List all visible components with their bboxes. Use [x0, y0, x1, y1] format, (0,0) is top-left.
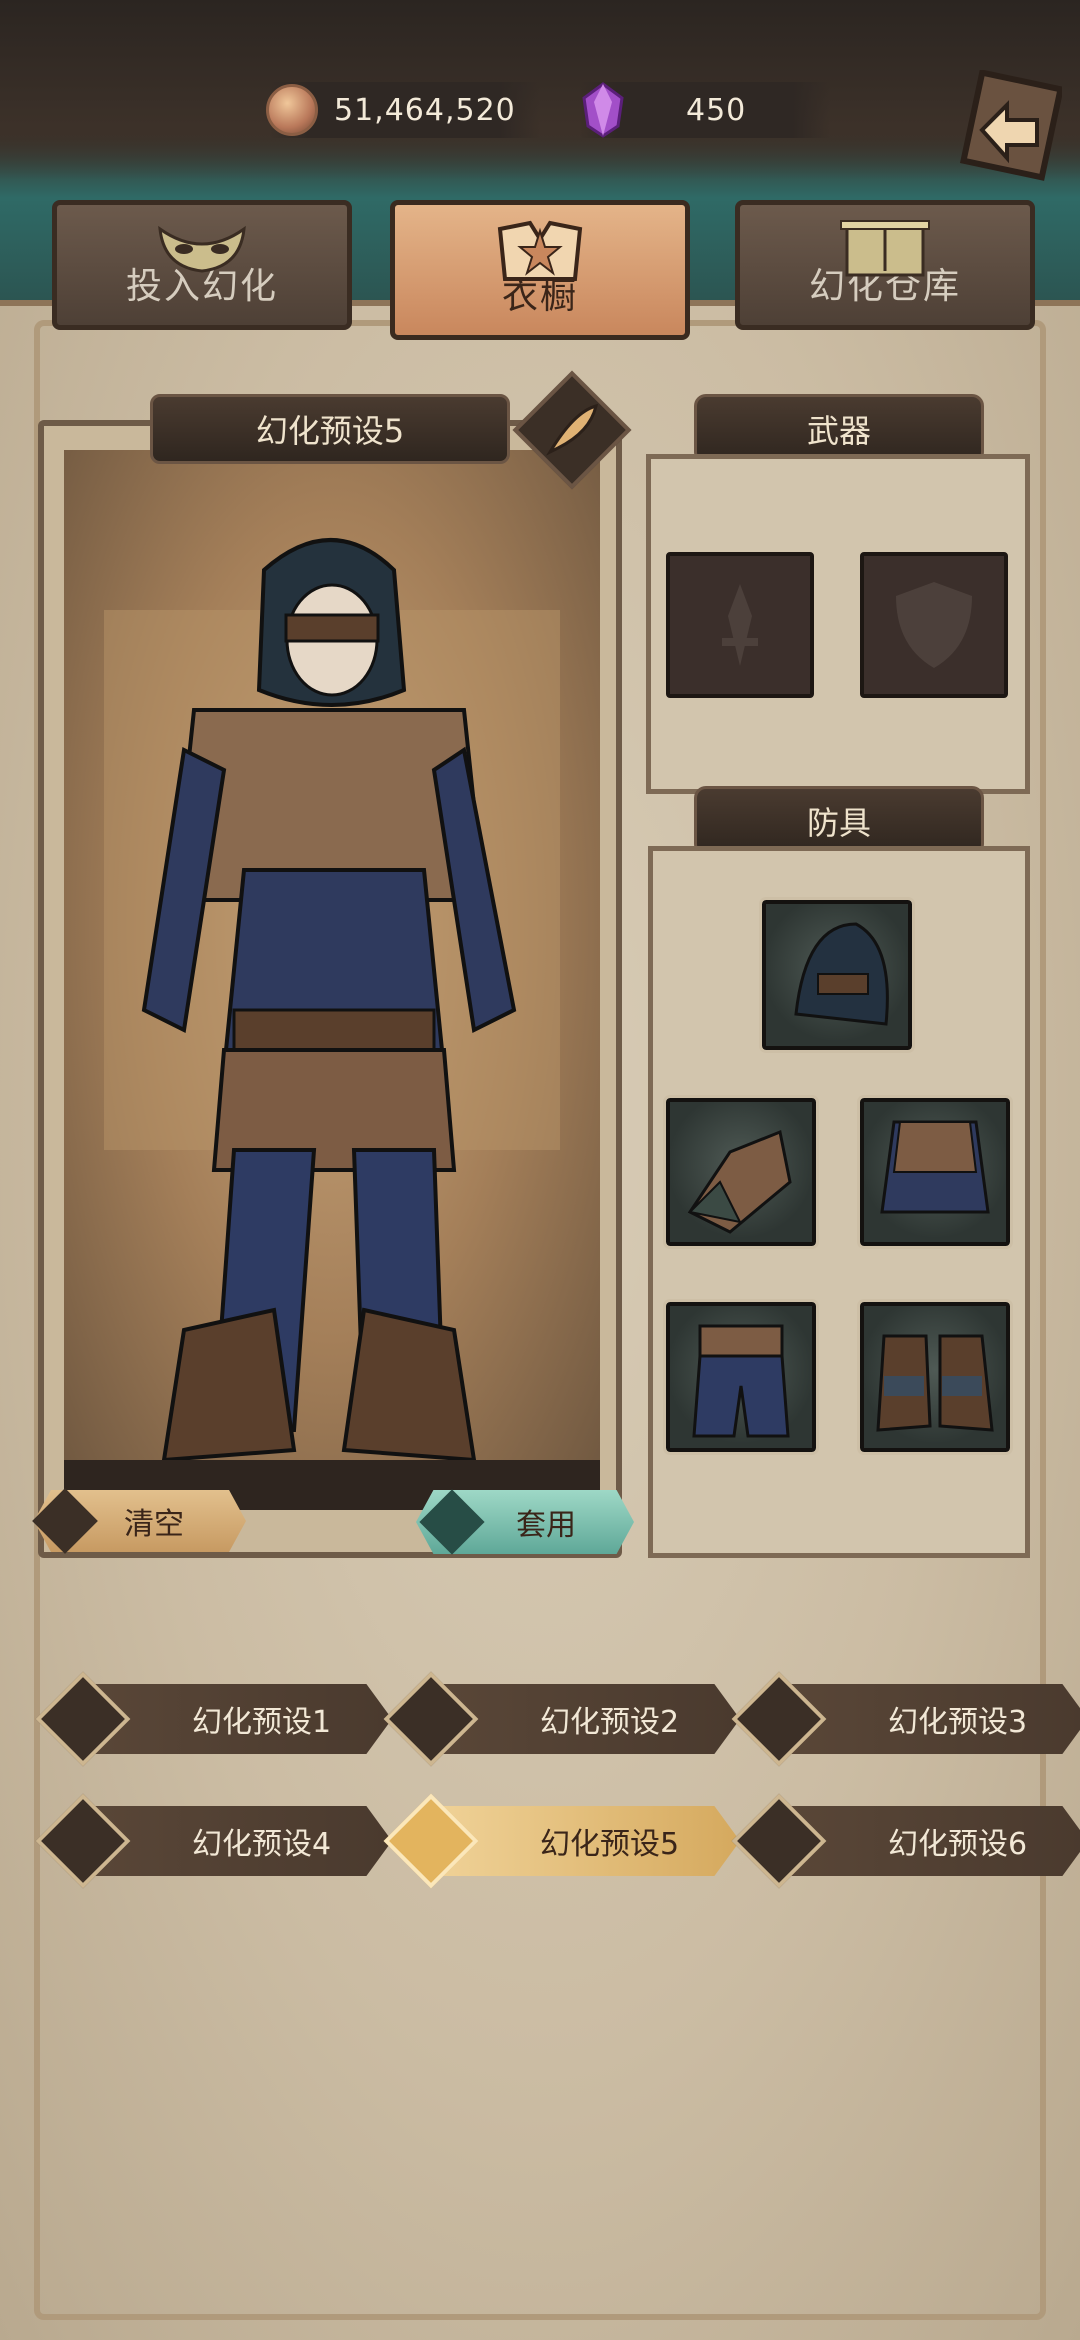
weapon-slot-main[interactable]	[666, 552, 814, 698]
preset-button-label: 幻化预设1	[192, 1705, 332, 1740]
armor-slot-hood[interactable]	[759, 897, 915, 1053]
cabinet-icon	[840, 220, 930, 277]
bracer-icon	[687, 1129, 792, 1234]
gem-amount: 450	[686, 92, 747, 128]
weapon-slot-off[interactable]	[860, 552, 1008, 698]
preset-button-label: 幻化预设2	[540, 1705, 680, 1740]
shield-placeholder-icon	[896, 582, 972, 668]
apply-button-label: 套用	[516, 1508, 576, 1543]
preset-button-label: 幻化预设6	[888, 1827, 1028, 1862]
preset-button-label: 幻化预设4	[192, 1827, 332, 1862]
crystal-gem-icon	[582, 82, 624, 138]
back-arrow-icon[interactable]	[952, 70, 1062, 190]
pants-icon	[692, 1324, 790, 1438]
armor-slot-boots[interactable]	[857, 1299, 1013, 1455]
armor-section-title: 防具	[806, 804, 871, 842]
wardrobe-armor-icon	[497, 220, 583, 281]
armor-slot-chest[interactable]	[857, 1095, 1013, 1249]
preset-button-label: 幻化预设5	[540, 1827, 680, 1862]
boots-icon	[876, 1334, 994, 1432]
character-figure	[64, 538, 600, 1510]
gold-amount: 51,464,520	[334, 92, 516, 128]
character-preview[interactable]	[64, 450, 600, 1510]
preset-title-text: 幻化预设5	[255, 412, 405, 450]
coin-icon	[266, 84, 318, 136]
mask-icon	[158, 225, 246, 273]
tab-transmog-storage[interactable]: 幻化仓库	[735, 200, 1035, 330]
sword-placeholder-icon	[722, 584, 758, 666]
armor-slot-pants[interactable]	[663, 1299, 819, 1455]
hood-icon	[794, 922, 889, 1026]
preset-button-label: 幻化预设3	[888, 1705, 1028, 1740]
chest-armor-icon	[880, 1120, 990, 1214]
gem-currency: 450	[580, 82, 830, 138]
preset-title: 幻化预设5	[150, 394, 510, 464]
tab-transmog-input[interactable]: 投入幻化	[52, 200, 352, 330]
armor-slot-bracers[interactable]	[663, 1095, 819, 1249]
clear-button-label: 清空	[124, 1507, 184, 1542]
weapon-section-title: 武器	[806, 412, 871, 450]
gold-currency: 51,464,520	[266, 82, 540, 138]
branch-decoration	[0, 0, 1080, 180]
tab-wardrobe[interactable]: 衣橱	[390, 200, 690, 340]
feather-icon	[546, 403, 599, 456]
